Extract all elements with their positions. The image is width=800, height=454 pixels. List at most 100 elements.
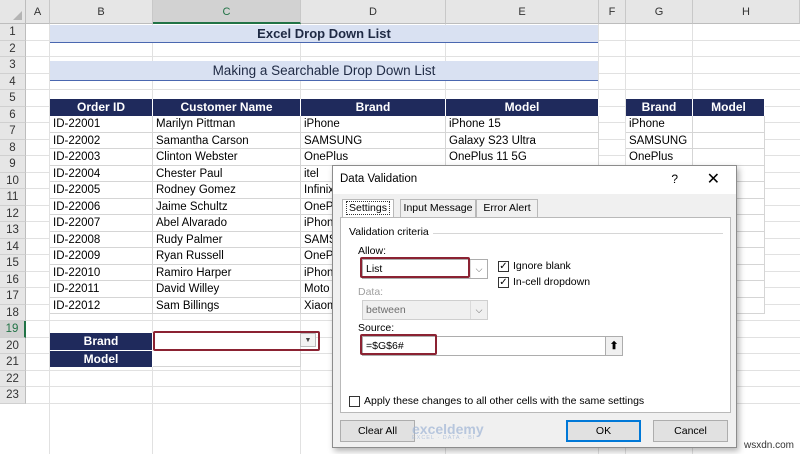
select-all-corner[interactable] [0,0,26,24]
source-highlight [360,334,437,355]
table-cell[interactable]: Jaime Schultz [153,198,301,215]
chevron-down-icon: ⌵ [470,260,487,278]
table-cell[interactable]: Ryan Russell [153,248,301,265]
row-header[interactable]: 23 [0,387,26,404]
side-brand-cell[interactable]: OnePlus [626,149,693,166]
row-header[interactable]: 7 [0,123,26,140]
row-header[interactable]: 9 [0,156,26,173]
ok-button[interactable]: OK [566,420,641,442]
side-table-header: Model [693,99,765,116]
row-header[interactable]: 2 [0,40,26,57]
table-cell[interactable]: ID-22001 [50,116,153,133]
table-header: Customer Name [153,99,301,116]
side-model-cell[interactable] [693,116,765,133]
exceldemy-watermark: exceldemy EXCEL · DATA · BI [412,421,484,441]
side-brand-cell[interactable]: iPhone [626,116,693,133]
table-cell[interactable]: Chester Paul [153,165,301,182]
table-cell[interactable]: iPhone 15 [446,116,599,133]
table-cell[interactable]: iPhone [301,116,446,133]
row-header[interactable]: 13 [0,222,26,239]
table-cell[interactable]: David Willey [153,281,301,298]
row-header[interactable]: 4 [0,73,26,90]
table-cell[interactable]: Abel Alvarado [153,215,301,232]
row-header[interactable]: 16 [0,271,26,288]
lookup-brand-label: Brand [50,333,153,350]
tab-error-alert[interactable]: Error Alert [476,199,538,217]
column-header[interactable]: E [446,0,599,24]
source-label: Source: [358,322,395,334]
row-header[interactable]: 6 [0,106,26,123]
table-cell[interactable]: SAMSUNG [301,132,446,149]
table-cell[interactable]: ID-22011 [50,281,153,298]
table-cell[interactable]: ID-22004 [50,165,153,182]
cancel-button[interactable]: Cancel [653,420,728,442]
incell-dropdown-label: In-cell dropdown [513,276,591,288]
apply-all-checkbox[interactable] [349,396,360,407]
table-cell[interactable]: ID-22012 [50,297,153,314]
table-cell[interactable]: OnePlus 11 5G [446,149,599,166]
row-header[interactable]: 20 [0,337,26,354]
side-model-cell[interactable] [693,132,765,149]
side-brand-cell[interactable]: SAMSUNG [626,132,693,149]
table-cell[interactable]: Sam Billings [153,297,301,314]
table-header: Brand [301,99,446,116]
row-header[interactable]: 21 [0,354,26,371]
row-header[interactable]: 15 [0,255,26,272]
incell-dropdown-checkbox[interactable]: ✓ [498,277,509,288]
table-cell[interactable]: ID-22010 [50,264,153,281]
brand-cell-highlight [153,331,320,351]
data-validation-dialog: Data Validation ? ✕ Settings Input Messa… [332,165,737,448]
column-header[interactable]: H [693,0,800,24]
main-title: Excel Drop Down List [50,25,598,43]
table-cell[interactable]: ID-22002 [50,132,153,149]
tab-settings[interactable]: Settings [342,199,394,218]
clear-all-button[interactable]: Clear All [340,420,415,442]
column-header[interactable]: G [626,0,693,24]
table-cell[interactable]: ID-22005 [50,182,153,199]
side-model-cell[interactable] [693,149,765,166]
table-cell[interactable]: Clinton Webster [153,149,301,166]
table-cell[interactable]: ID-22009 [50,248,153,265]
row-header[interactable]: 3 [0,57,26,74]
table-cell[interactable]: ID-22007 [50,215,153,232]
row-header[interactable]: 10 [0,172,26,189]
table-cell[interactable]: Ramiro Harper [153,264,301,281]
column-header[interactable]: C [153,0,301,24]
ignore-blank-checkbox[interactable]: ✓ [498,261,509,272]
lookup-model-cell[interactable] [153,350,301,367]
table-cell[interactable]: Galaxy S23 Ultra [446,132,599,149]
side-table-header: Brand [626,99,693,116]
row-header[interactable]: 17 [0,288,26,305]
table-cell[interactable]: Samantha Carson [153,132,301,149]
column-header[interactable]: A [26,0,50,24]
table-cell[interactable]: Rodney Gomez [153,182,301,199]
column-header[interactable]: D [301,0,446,24]
data-label: Data: [358,286,384,298]
gridline [26,89,800,90]
table-cell[interactable]: ID-22003 [50,149,153,166]
tab-input-message[interactable]: Input Message [400,199,476,217]
row-header[interactable]: 14 [0,238,26,255]
table-cell[interactable]: ID-22006 [50,198,153,215]
table-header: Model [446,99,599,116]
row-header[interactable]: 19 [0,321,26,338]
column-header[interactable]: B [50,0,153,24]
row-header[interactable]: 11 [0,189,26,206]
row-header[interactable]: 22 [0,370,26,387]
help-icon[interactable]: ? [671,172,678,186]
data-select: between ⌵ [362,300,488,320]
table-cell[interactable]: Rudy Palmer [153,231,301,248]
table-cell[interactable]: ID-22008 [50,231,153,248]
row-header[interactable]: 8 [0,139,26,156]
range-picker-button[interactable]: ⬆ [605,336,623,356]
row-header[interactable]: 5 [0,90,26,107]
table-cell[interactable]: OnePlus [301,149,446,166]
table-cell[interactable]: Marilyn Pittman [153,116,301,133]
row-header[interactable]: 1 [0,24,26,41]
column-header[interactable]: F [599,0,626,24]
row-header[interactable]: 18 [0,304,26,321]
apply-all-label: Apply these changes to all other cells w… [364,395,645,407]
row-header[interactable]: 12 [0,205,26,222]
close-icon[interactable]: ✕ [707,169,720,189]
dropdown-arrow-icon[interactable]: ▼ [300,333,316,347]
